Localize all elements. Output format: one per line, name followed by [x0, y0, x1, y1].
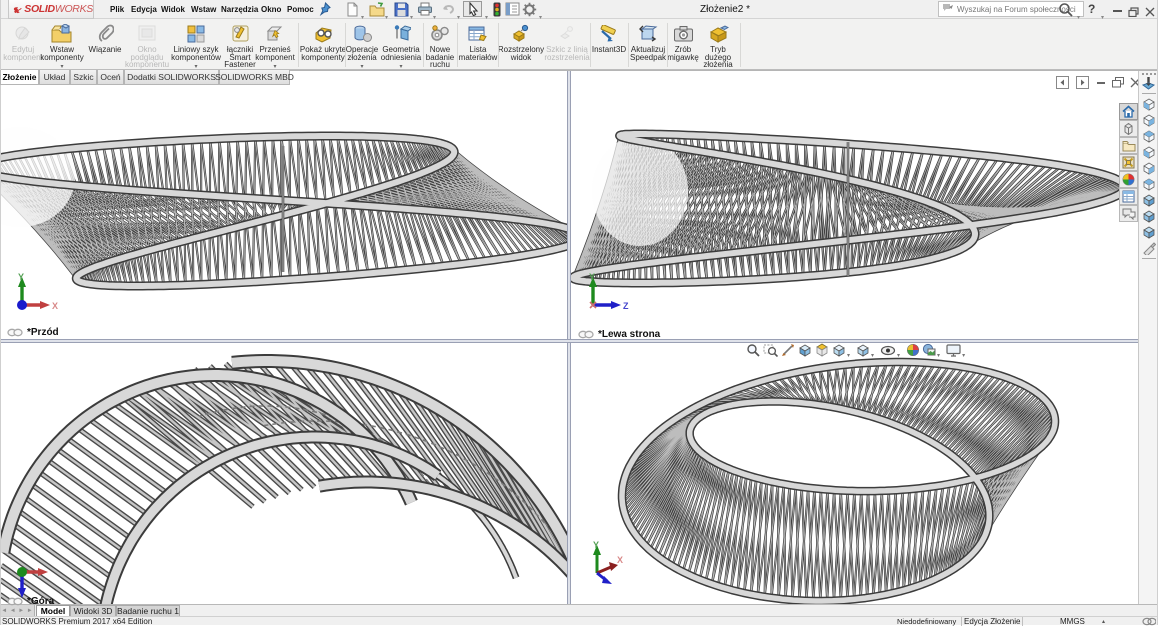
svg-text:Y: Y: [589, 272, 595, 282]
svg-text:Y: Y: [593, 541, 599, 550]
svg-text:X: X: [617, 555, 623, 565]
svg-text:X: X: [52, 301, 58, 311]
svg-text:Y: Y: [18, 272, 24, 282]
svg-text:Z: Z: [623, 301, 629, 311]
